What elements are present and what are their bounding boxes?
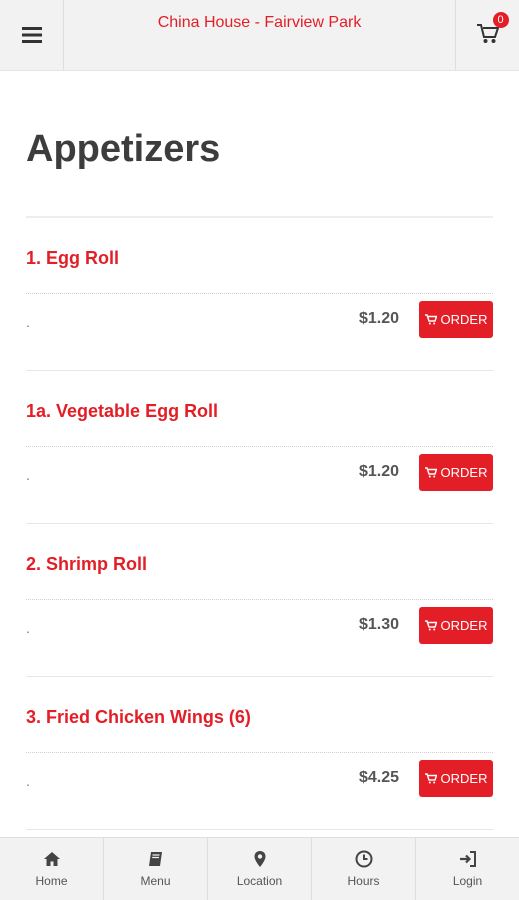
item-description: . <box>26 467 30 483</box>
sign-in-icon <box>459 851 476 867</box>
cart-plus-icon <box>424 620 437 631</box>
menu-toggle-button[interactable] <box>0 0 64 70</box>
order-button[interactable]: ORDER <box>419 607 493 644</box>
nav-label: Home <box>35 874 68 888</box>
item-name[interactable]: 1a. Vegetable Egg Roll <box>26 401 218 422</box>
site-title[interactable]: China House - Fairview Park <box>63 14 456 32</box>
divider <box>26 599 493 600</box>
map-marker-icon <box>254 851 265 867</box>
top-bar: China House - Fairview Park 0 <box>0 0 519 71</box>
page-title: Appetizers <box>26 128 221 170</box>
divider <box>26 752 493 753</box>
nav-hours[interactable]: Hours <box>312 838 416 900</box>
item-description: . <box>26 773 30 789</box>
menu-item: 3. Fried Chicken Wings (6) . $4.25 ORDER <box>26 677 493 830</box>
order-button[interactable]: ORDER <box>419 760 493 797</box>
item-name[interactable]: 3. Fried Chicken Wings (6) <box>26 707 251 728</box>
divider <box>26 446 493 447</box>
item-name[interactable]: 2. Shrimp Roll <box>26 554 147 575</box>
item-description: . <box>26 314 30 330</box>
nav-login[interactable]: Login <box>416 838 519 900</box>
item-price: $4.25 <box>358 769 399 786</box>
nav-label: Location <box>236 874 283 888</box>
order-button-label: ORDER <box>440 465 488 480</box>
order-button-label: ORDER <box>440 771 488 786</box>
nav-home[interactable]: Home <box>0 838 104 900</box>
item-price: $1.30 <box>358 616 399 633</box>
cart-count-badge: 0 <box>492 12 509 28</box>
cart-plus-icon <box>424 314 437 325</box>
home-icon <box>43 852 60 866</box>
nav-location[interactable]: Location <box>208 838 312 900</box>
cart-button[interactable]: 0 <box>455 0 519 70</box>
book-icon <box>148 852 162 866</box>
menu-item: 1a. Vegetable Egg Roll . $1.20 ORDER <box>26 371 493 524</box>
divider <box>26 829 493 830</box>
menu-item: 1. Egg Roll . $1.20 ORDER <box>26 218 493 371</box>
menu-item: 2. Shrimp Roll . $1.30 ORDER <box>26 524 493 677</box>
shopping-cart-icon <box>476 24 499 43</box>
nav-menu[interactable]: Menu <box>104 838 208 900</box>
hamburger-icon <box>21 27 42 43</box>
item-price: $1.20 <box>358 310 399 327</box>
clock-icon <box>355 850 372 868</box>
cart-plus-icon <box>424 467 437 478</box>
nav-label: Menu <box>140 874 171 888</box>
divider <box>26 293 493 294</box>
order-button[interactable]: ORDER <box>419 454 493 491</box>
order-button-label: ORDER <box>440 312 488 327</box>
order-button-label: ORDER <box>440 618 488 633</box>
cart-plus-icon <box>424 773 437 784</box>
item-description: . <box>26 620 30 636</box>
bottom-nav: Home Menu Location Hours Login <box>0 837 519 900</box>
item-price: $1.20 <box>358 463 399 480</box>
order-button[interactable]: ORDER <box>419 301 493 338</box>
nav-label: Login <box>452 874 483 888</box>
nav-label: Hours <box>347 874 380 888</box>
item-name[interactable]: 1. Egg Roll <box>26 248 119 269</box>
